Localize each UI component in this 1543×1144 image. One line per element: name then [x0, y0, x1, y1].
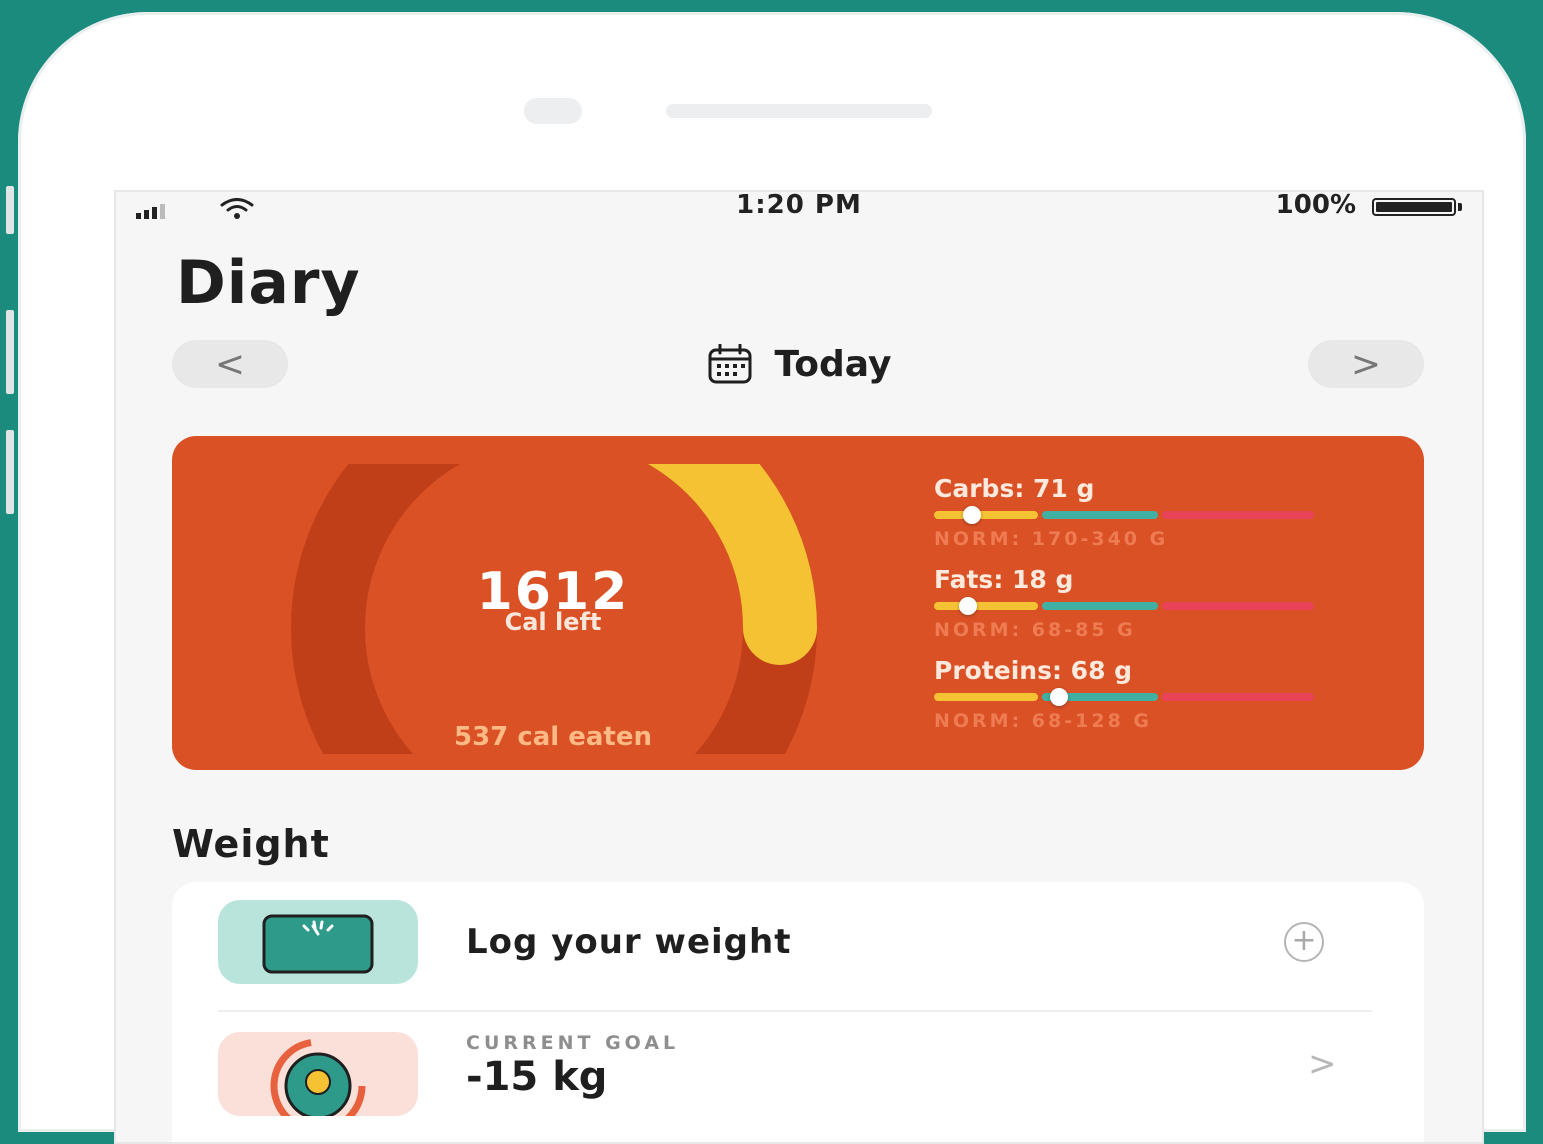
scale-icon: [218, 900, 418, 984]
calorie-summary-card[interactable]: 1612 Cal left 537 cal eaten Carbs: 71 g …: [172, 436, 1424, 770]
macro-label: Proteins: 68 g: [934, 656, 1133, 685]
page-title: Diary: [176, 248, 361, 318]
macro-bar: [934, 688, 1314, 706]
macro-proteins: Proteins: 68 g NORM: 68-128 G: [934, 656, 1314, 732]
calendar-icon: [708, 344, 752, 384]
front-camera: [524, 98, 582, 124]
app-screen: 1:20 PM 100% Diary < Today > 1612 Cal le…: [114, 190, 1484, 1144]
macro-norm: NORM: 170-340 G: [934, 528, 1169, 550]
macro-norm: NORM: 68-85 G: [934, 619, 1136, 641]
earpiece-speaker: [666, 104, 932, 118]
battery-icon: [1372, 198, 1456, 216]
macro-bar: [934, 597, 1314, 615]
macro-label: Carbs: 71 g: [934, 474, 1095, 503]
volume-down-button: [6, 430, 14, 514]
current-goal-caption: CURRENT GOAL: [466, 1032, 680, 1054]
calories-left-label: Cal left: [504, 608, 602, 636]
calories-eaten-label: 537 cal eaten: [454, 722, 652, 752]
add-weight-button[interactable]: +: [1284, 922, 1324, 962]
battery-percent: 100%: [1275, 190, 1356, 220]
macro-indicator: [959, 597, 978, 615]
current-goal-value: -15 kg: [466, 1054, 608, 1100]
date-label: Today: [774, 343, 892, 385]
phone-frame: 1:20 PM 100% Diary < Today > 1612 Cal le…: [18, 12, 1526, 1144]
chevron-right-icon[interactable]: >: [1308, 1044, 1337, 1084]
weight-section-title: Weight: [172, 822, 330, 866]
macro-carbs: Carbs: 71 g NORM: 170-340 G: [934, 474, 1314, 550]
macro-fats: Fats: 18 g NORM: 68-85 G: [934, 565, 1314, 641]
macro-indicator: [963, 506, 981, 524]
row-divider: [218, 1010, 1372, 1012]
mute-switch: [6, 186, 14, 234]
macro-bar: [934, 506, 1314, 524]
macro-norm: NORM: 68-128 G: [934, 710, 1153, 732]
macro-indicator: [1050, 688, 1069, 706]
log-weight-label[interactable]: Log your weight: [466, 922, 791, 962]
weight-card: Log your weight + CURRENT GOAL -15 kg >: [172, 882, 1424, 1142]
next-day-button[interactable]: >: [1308, 340, 1424, 388]
macro-label: Fats: 18 g: [934, 565, 1074, 594]
date-selector[interactable]: Today: [116, 340, 1482, 388]
goal-icon: [218, 1032, 418, 1116]
battery-tip: [1458, 203, 1462, 211]
status-bar: 1:20 PM 100%: [116, 192, 1482, 228]
volume-up-button: [6, 310, 14, 394]
